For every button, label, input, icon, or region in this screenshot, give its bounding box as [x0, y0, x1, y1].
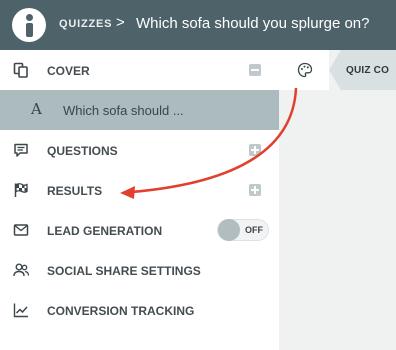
copy-icon [13, 62, 28, 78]
collapse-cover-button[interactable] [249, 64, 261, 76]
top-header: QUIZZES > Which sofa should you splurge … [0, 0, 396, 50]
sidebar-subitem-cover-title[interactable]: A Which sofa should ... [0, 90, 279, 130]
sidebar-item-label: CONVERSION TRACKING [47, 304, 195, 318]
tab-quiz-content-label: QUIZ CO [346, 65, 390, 76]
main-content [279, 50, 396, 350]
lead-generation-toggle[interactable]: OFF [217, 219, 269, 241]
sidebar-item-label: COVER [47, 64, 90, 78]
sidebar-item-label: QUESTIONS [47, 144, 118, 158]
quiz-tab-strip: QUIZ CO [279, 50, 396, 90]
sidebar: COVER A Which sofa should ... QUESTIONS … [0, 50, 279, 350]
sidebar-item-cover[interactable]: COVER [0, 50, 279, 90]
sidebar-item-label: LEAD GENERATION [47, 224, 163, 238]
sidebar-item-label: SOCIAL SHARE SETTINGS [47, 264, 201, 278]
checkered-flag-icon [14, 183, 28, 197]
sidebar-item-label: RESULTS [47, 184, 103, 198]
add-question-button[interactable] [249, 144, 261, 156]
breadcrumb-separator-icon: > [116, 14, 125, 31]
add-result-button[interactable] [249, 184, 261, 196]
sidebar-subitem-label: Which sofa should ... [63, 103, 184, 118]
trend-chart-icon [13, 303, 28, 318]
breadcrumb-quizzes[interactable]: QUIZZES [59, 18, 112, 30]
toggle-state-label: OFF [245, 225, 263, 235]
text-letter-icon: A [31, 100, 42, 118]
tab-quiz-content[interactable]: QUIZ CO [329, 50, 396, 90]
users-icon [13, 263, 29, 277]
envelope-icon [13, 224, 29, 236]
page-title: Which sofa should you splurge on? [136, 15, 370, 32]
sidebar-item-questions[interactable]: QUESTIONS [0, 130, 279, 170]
app-logo-icon[interactable] [12, 8, 46, 42]
comment-icon [14, 143, 28, 157]
design-tab[interactable] [279, 50, 329, 90]
sidebar-item-social-share-settings[interactable]: SOCIAL SHARE SETTINGS [0, 250, 279, 290]
toggle-knob [218, 219, 240, 241]
sidebar-item-results[interactable]: RESULTS [0, 170, 279, 210]
palette-icon [297, 62, 313, 78]
sidebar-item-conversion-tracking[interactable]: CONVERSION TRACKING [0, 290, 279, 330]
sidebar-item-lead-generation[interactable]: LEAD GENERATION OFF [0, 210, 279, 250]
